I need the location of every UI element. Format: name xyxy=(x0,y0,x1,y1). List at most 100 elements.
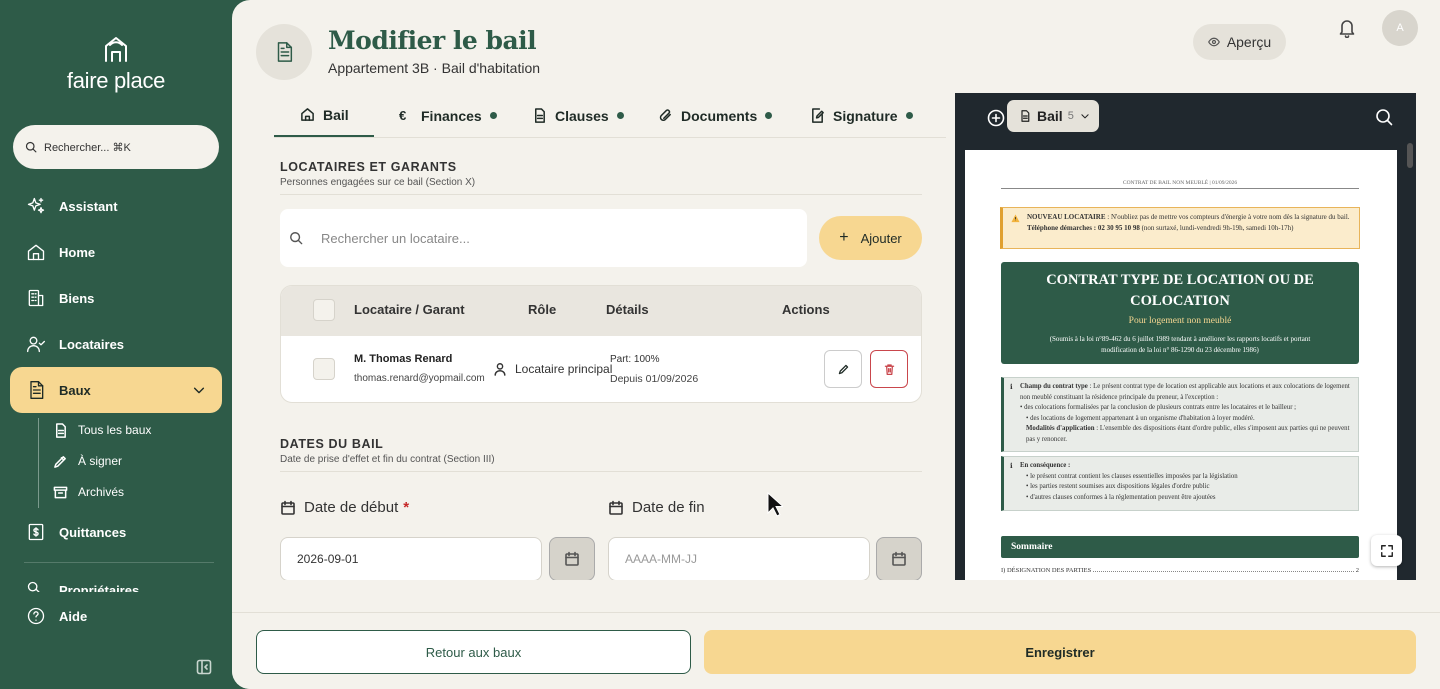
document-preview: Bail 5 CONTRAT DE BAIL NON MEUBLÉ | 01/0… xyxy=(955,93,1416,580)
tab-label: Bail xyxy=(323,106,349,123)
tab-finances[interactable]: € Finances xyxy=(398,94,497,137)
consequence-title: En conséquence : xyxy=(1020,462,1071,469)
sidebar-item-locataires[interactable]: Locataires xyxy=(10,321,222,367)
sidebar-item-label: Baux xyxy=(59,382,91,398)
tab-bail[interactable]: Bail xyxy=(274,94,374,137)
tenant-name: M. Thomas Renard xyxy=(354,353,453,365)
start-date-calendar-button[interactable] xyxy=(549,537,595,580)
document-selector[interactable]: Bail 5 xyxy=(1007,100,1099,132)
consequence-item: • les parties restent soumises aux dispo… xyxy=(1026,483,1210,490)
column-header: Locataire / Garant xyxy=(354,302,465,317)
consequence-item: • le présent contrat contient les clause… xyxy=(1026,472,1238,480)
section-subtitle-tenants: Personnes engagées sur ce bail (Section … xyxy=(280,177,476,188)
start-date-label: Date de début * xyxy=(280,499,409,516)
tab-label: Signature xyxy=(833,107,898,124)
sidebar-item-proprietaires[interactable]: Propriétaires xyxy=(26,580,216,592)
preview-scrollbar[interactable] xyxy=(1407,143,1413,168)
search-icon xyxy=(25,141,37,153)
calendar-icon xyxy=(892,551,906,566)
tab-label: Finances xyxy=(421,107,482,124)
tenant-search-input[interactable]: Rechercher un locataire... xyxy=(280,209,807,267)
table-header: Locataire / Garant Rôle Détails Actions xyxy=(281,286,921,336)
add-circle-icon[interactable] xyxy=(987,109,1005,127)
end-date-input[interactable]: AAAA-MM-JJ xyxy=(608,537,870,580)
end-date-label-text: Date de fin xyxy=(632,499,705,516)
modalities-title: Modalités d'application xyxy=(1026,425,1095,432)
plus-icon: + xyxy=(839,229,849,246)
collapse-sidebar-icon[interactable] xyxy=(196,659,212,675)
building-icon xyxy=(28,289,44,307)
preview-button[interactable]: Aperçu xyxy=(1193,24,1286,60)
tab-status-dot xyxy=(616,112,624,119)
logo[interactable]: faire place xyxy=(62,34,170,94)
calendar-icon xyxy=(565,551,579,566)
start-date-input[interactable]: 2026-09-01 xyxy=(280,537,542,580)
file-signature-icon xyxy=(812,108,824,123)
row-checkbox[interactable] xyxy=(313,358,335,380)
receipt-icon xyxy=(28,523,44,541)
tab-clauses[interactable]: Clauses xyxy=(532,94,624,137)
calendar-icon xyxy=(281,500,295,515)
sidebar-item-biens[interactable]: Biens xyxy=(10,275,222,321)
save-button[interactable]: Enregistrer xyxy=(704,630,1416,674)
summary-entry-label: I) DÉSIGNATION DES PARTIES xyxy=(1001,567,1092,574)
pencil-icon xyxy=(838,364,848,374)
sidebar-subitem-label: Tous les baux xyxy=(78,423,152,437)
sidebar-item-baux[interactable]: Baux xyxy=(10,367,222,413)
back-to-leases-button[interactable]: Retour aux baux xyxy=(256,630,691,674)
help-circle-icon xyxy=(27,607,45,625)
column-header: Rôle xyxy=(528,302,557,317)
document-count: 5 xyxy=(1067,110,1074,122)
eye-icon xyxy=(1207,37,1220,47)
sidebar-search[interactable]: Rechercher... ⌘K xyxy=(13,125,219,169)
search-icon xyxy=(290,232,303,245)
section-subtitle-dates: Date de prise d'effet et fin du contrat … xyxy=(280,454,495,465)
search-icon[interactable] xyxy=(1375,108,1393,126)
user-check-icon xyxy=(27,336,45,353)
summary-heading: Sommaire xyxy=(1001,536,1359,558)
expand-icon xyxy=(1380,544,1393,557)
file-text-icon xyxy=(56,422,66,438)
sidebar-subitem-archives[interactable]: Archivés xyxy=(53,480,124,504)
tenant-search-placeholder: Rechercher un locataire... xyxy=(321,230,470,246)
select-all-checkbox[interactable] xyxy=(313,299,335,321)
fullscreen-button[interactable] xyxy=(1371,535,1402,566)
sidebar-subitem-tous-les-baux[interactable]: Tous les baux xyxy=(53,418,151,442)
warning-text: : N'oubliez pas de mettre vos compteurs … xyxy=(1105,213,1350,221)
tab-signature[interactable]: Signature xyxy=(810,94,913,137)
warning-callout: NOUVEAU LOCATAIRE : N'oubliez pas de met… xyxy=(1000,207,1360,249)
end-date-calendar-button[interactable] xyxy=(876,537,922,580)
calendar-icon xyxy=(609,500,623,515)
help-link[interactable]: Aide xyxy=(26,606,87,626)
edit-tenant-button[interactable] xyxy=(824,350,862,388)
sidebar-subitem-label: À signer xyxy=(78,454,123,468)
avatar[interactable]: A xyxy=(1382,10,1418,46)
tab-status-dot xyxy=(905,112,913,119)
chevron-down-icon xyxy=(1081,114,1089,119)
scope-title: Champ du contrat type xyxy=(1020,383,1088,390)
contract-subtitle: Pour logement non meublé xyxy=(1128,316,1232,326)
scope-bullet: • des colocations formalisées par la con… xyxy=(1020,404,1297,411)
sidebar-item-quittances[interactable]: Quittances xyxy=(10,509,222,555)
end-date-label: Date de fin xyxy=(608,499,705,516)
tab-label: Documents xyxy=(681,107,758,124)
document-page: CONTRAT DE BAIL NON MEUBLÉ | 01/09/2026 … xyxy=(965,150,1397,580)
mouse-cursor-icon xyxy=(767,492,783,517)
sidebar-item-label: Locataires xyxy=(59,336,125,352)
delete-tenant-button[interactable] xyxy=(870,350,908,388)
help-label: Aide xyxy=(59,608,88,624)
table-row: M. Thomas Renard thomas.renard@yopmail.c… xyxy=(281,336,921,402)
tab-documents[interactable]: Documents xyxy=(658,94,773,137)
add-tenant-button[interactable]: + Ajouter xyxy=(819,216,922,260)
sidebar-item-home[interactable]: Home xyxy=(10,229,222,275)
bell-icon[interactable] xyxy=(1338,18,1356,38)
scope-bullet: • des locations de logement appartenant … xyxy=(1026,414,1255,422)
file-text-icon xyxy=(535,108,545,123)
sidebar-divider xyxy=(24,562,214,563)
sidebar-subitem-a-signer[interactable]: À signer xyxy=(53,449,122,473)
sidebar: faire place Rechercher... ⌘K Assistant H… xyxy=(0,0,232,689)
contract-title-block: CONTRAT TYPE DE LOCATION OU DE COLOCATIO… xyxy=(1001,262,1359,364)
trash-icon xyxy=(884,363,894,375)
preview-button-label: Aperçu xyxy=(1226,34,1272,50)
sidebar-item-assistant[interactable]: Assistant xyxy=(10,183,222,229)
